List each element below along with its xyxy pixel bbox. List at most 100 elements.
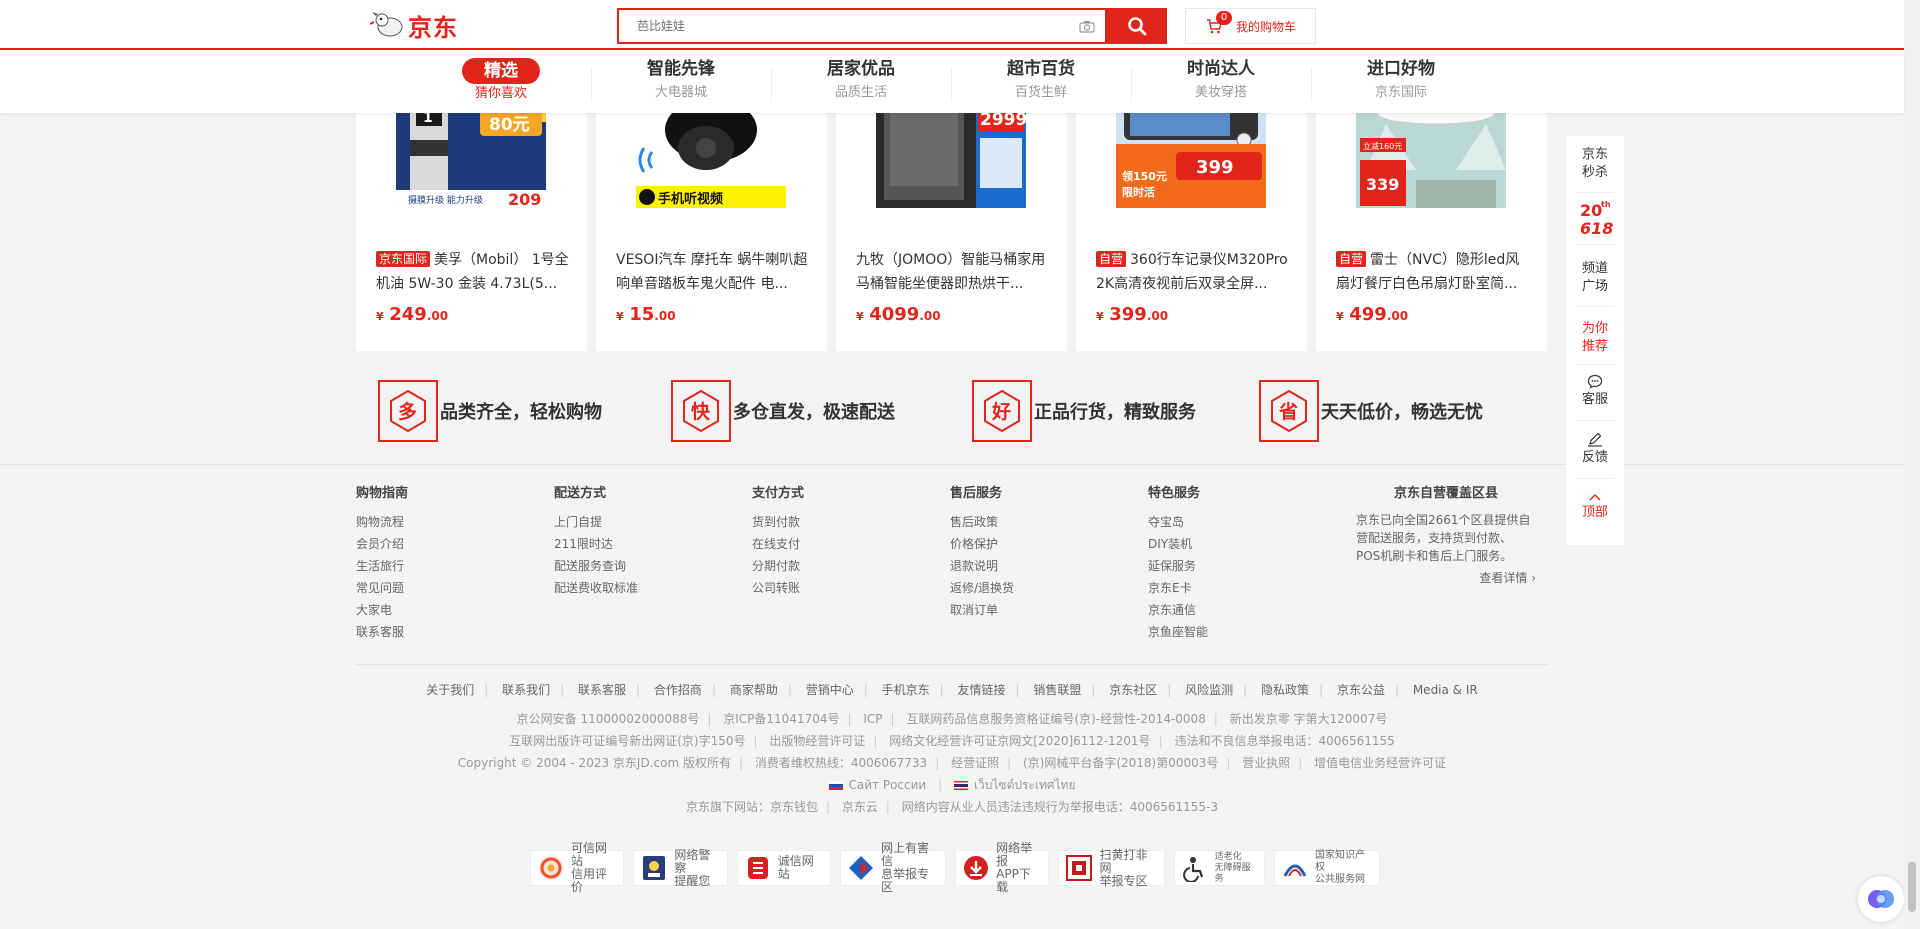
product-title[interactable]: 京东国际 美孚（Mobil） 1号全机油 5W-30 金装 4.73L(5...	[376, 248, 569, 292]
product-title[interactable]: 九牧（JOMOO）智能马桶家用马桶智能坐便器即热烘干...	[856, 248, 1049, 292]
footer-link[interactable]: 京鱼座智能	[1148, 621, 1328, 643]
footer-link[interactable]: 联系客服	[356, 621, 536, 643]
footer-nav-link[interactable]: 友情链接	[947, 683, 1015, 697]
footer-link[interactable]: 购物流程	[356, 511, 536, 533]
footer-link[interactable]: 在线支付	[752, 533, 932, 555]
footer-link[interactable]: 京东通信	[1148, 599, 1328, 621]
footer-link[interactable]: 上门自提	[554, 511, 734, 533]
footer-nav-link[interactable]: 联系我们	[492, 683, 560, 697]
footer-link[interactable]: 211限时达	[554, 533, 734, 555]
sidebar-channel-square[interactable]: 频道广场	[1566, 260, 1624, 296]
footer-nav-link[interactable]: 联系客服	[568, 683, 636, 697]
license-link[interactable]: 京公网安备 11000002000088号	[509, 712, 708, 726]
footer-nav-link[interactable]: 销售联盟	[1023, 683, 1091, 697]
footer-link[interactable]: 大家电	[356, 599, 536, 621]
ai-assistant-button[interactable]	[1858, 876, 1904, 922]
license-link[interactable]: 互联网出版许可证编号新出网证(京)字150号	[501, 734, 753, 748]
jd-logo[interactable]: 京东	[370, 8, 470, 42]
footer-link[interactable]: 取消订单	[950, 599, 1130, 621]
sidebar-seckill[interactable]: 京东秒杀	[1566, 146, 1624, 182]
product-card[interactable]: 399 领150元 限时活 自营 360行车记录仪M320Pro 2K高清夜视前后…	[1076, 90, 1307, 351]
license-link[interactable]: 新出发京零 字第大120007号	[1222, 712, 1396, 726]
license-link[interactable]: 营业执照	[1234, 756, 1298, 770]
footer-link[interactable]: 售后政策	[950, 511, 1130, 533]
footer-nav-link[interactable]: 隐私政策	[1251, 683, 1319, 697]
thailand-site-link[interactable]: เว็บไซต์ประเทศไทย	[946, 778, 1084, 792]
tab-home[interactable]: 居家优品 品质生活	[771, 58, 951, 106]
license-link[interactable]: 互联网药品信息服务资格证编号(京)-经营性-2014-0008	[898, 712, 1213, 726]
footer-link[interactable]: DIY装机	[1148, 533, 1328, 555]
footer-link[interactable]: 价格保护	[950, 533, 1130, 555]
product-card[interactable]: 1 80元 摄膜升级 能力升级 209 京东国际 美孚（Mobil） 1号全机油 …	[356, 90, 587, 351]
license-link[interactable]: 消费者维权热线：4006067733	[747, 756, 935, 770]
footer-nav-link[interactable]: 京东社区	[1099, 683, 1167, 697]
report-app-badge[interactable]: 网络举报 APP下载	[955, 842, 1050, 894]
sidebar-feedback[interactable]: 反馈	[1566, 432, 1624, 467]
footer-link[interactable]: 货到付款	[752, 511, 932, 533]
product-image[interactable]: 399 领150元 限时活	[1116, 100, 1266, 208]
credit-badge[interactable]: 可信网站 信用评价	[530, 842, 625, 894]
sidebar-customer-service[interactable]: 客服	[1566, 374, 1624, 409]
footer-nav-link[interactable]: 合作招商	[644, 683, 712, 697]
camera-icon[interactable]	[1069, 10, 1105, 42]
product-image[interactable]: 手机听视频	[636, 100, 786, 208]
footer-link[interactable]: 公司转账	[752, 577, 932, 599]
sidebar-back-to-top[interactable]: 顶部	[1566, 492, 1624, 522]
subsite-link[interactable]: 京东云	[834, 800, 886, 814]
product-image[interactable]: 立减160元 339	[1356, 100, 1506, 208]
tab-supermarket[interactable]: 超市百货 百货生鲜	[951, 58, 1131, 106]
tab-import[interactable]: 进口好物 京东国际	[1311, 58, 1491, 106]
coverage-more-link[interactable]: 查看详情 ›	[1356, 569, 1536, 586]
license-link[interactable]: 京ICP备11041704号	[715, 712, 847, 726]
product-card[interactable]: 手机听视频 VESOI汽车 摩托车 蜗牛喇叭超响单音踏板车鬼火配件 电... ¥…	[596, 90, 827, 351]
license-link[interactable]: 违法和不良信息举报电话：4006561155	[1166, 734, 1402, 748]
footer-nav-link[interactable]: 关于我们	[416, 683, 484, 697]
footer-nav-link[interactable]: 营销中心	[796, 683, 864, 697]
footer-link[interactable]: 会员介绍	[356, 533, 536, 555]
footer-link[interactable]: 京东E卡	[1148, 577, 1328, 599]
footer-nav-link[interactable]: Media & IR	[1403, 683, 1488, 697]
cart-button[interactable]: 0 我的购物车	[1185, 8, 1316, 44]
product-card[interactable]: 2999 九牧（JOMOO）智能马桶家用马桶智能坐便器即热烘干... ¥ 409…	[836, 90, 1067, 351]
vertical-scrollbar[interactable]	[1904, 0, 1920, 929]
harmful-info-badge[interactable]: 网上有害信 息举报专区	[840, 842, 947, 894]
license-link[interactable]: (京)网械平台备字(2018)第00003号	[1015, 756, 1226, 770]
footer-link[interactable]: 延保服务	[1148, 555, 1328, 577]
russia-site-link[interactable]: Сайт России	[821, 778, 939, 792]
tab-fashion[interactable]: 时尚达人 美妆穿搭	[1131, 58, 1311, 106]
ip-service-badge[interactable]: 国家知识产权 公共服务网	[1273, 850, 1381, 886]
product-title[interactable]: 自营 雷士（NVC）隐形led风扇灯餐厅白色吊扇灯卧室简...	[1336, 248, 1529, 292]
product-title[interactable]: 自营 360行车记录仪M320Pro 2K高清夜视前后双录全屏...	[1096, 248, 1289, 292]
accessibility-badge[interactable]: 适老化 无障碍服务	[1173, 850, 1265, 886]
license-link[interactable]: 增值电信业务经营许可证	[1306, 756, 1454, 770]
search-input[interactable]	[619, 10, 1069, 42]
search-button[interactable]	[1107, 8, 1167, 44]
tab-featured[interactable]: 精选 猜你喜欢	[411, 58, 591, 106]
license-link[interactable]: ICP	[855, 712, 890, 726]
scrollbar-thumb[interactable]	[1908, 862, 1916, 912]
footer-nav-link[interactable]: 手机京东	[872, 683, 940, 697]
anti-porn-badge[interactable]: 扫黄打非网 举报专区	[1058, 848, 1165, 887]
footer-link[interactable]: 配送服务查询	[554, 555, 734, 577]
footer-nav-link[interactable]: 商家帮助	[720, 683, 788, 697]
sidebar-recommend[interactable]: 为你推荐	[1566, 320, 1624, 356]
integrity-badge[interactable]: 诚信网站	[736, 850, 832, 886]
product-card[interactable]: 立减160元 339 自营 雷士（NVC）隐形led风扇灯餐厅白色吊扇灯卧室简..…	[1316, 90, 1547, 351]
license-link[interactable]: 网络文化经营许可证京网文[2020]6112-1201号	[881, 734, 1158, 748]
subsite-link[interactable]: 京东旗下网站：京东钱包	[678, 800, 826, 814]
tab-smart[interactable]: 智能先锋 大电器城	[591, 58, 771, 106]
product-title[interactable]: VESOI汽车 摩托车 蜗牛喇叭超响单音踏板车鬼火配件 电...	[616, 248, 809, 292]
sidebar-618-promo[interactable]: 20 th 618	[1566, 198, 1624, 244]
footer-link[interactable]: 夺宝岛	[1148, 511, 1328, 533]
footer-link[interactable]: 分期付款	[752, 555, 932, 577]
police-badge[interactable]: 网络警察 提醒您	[633, 848, 728, 887]
product-image[interactable]: 1 80元 摄膜升级 能力升级 209	[396, 100, 546, 208]
license-link[interactable]: 出版物经营许可证	[761, 734, 873, 748]
product-image[interactable]: 2999	[876, 100, 1026, 208]
footer-nav-link[interactable]: 风险监测	[1175, 683, 1243, 697]
footer-link[interactable]: 返修/退换货	[950, 577, 1130, 599]
license-link[interactable]: 经营证照	[943, 756, 1007, 770]
footer-nav-link[interactable]: 京东公益	[1327, 683, 1395, 697]
footer-link[interactable]: 生活旅行	[356, 555, 536, 577]
footer-link[interactable]: 配送费收取标准	[554, 577, 734, 599]
